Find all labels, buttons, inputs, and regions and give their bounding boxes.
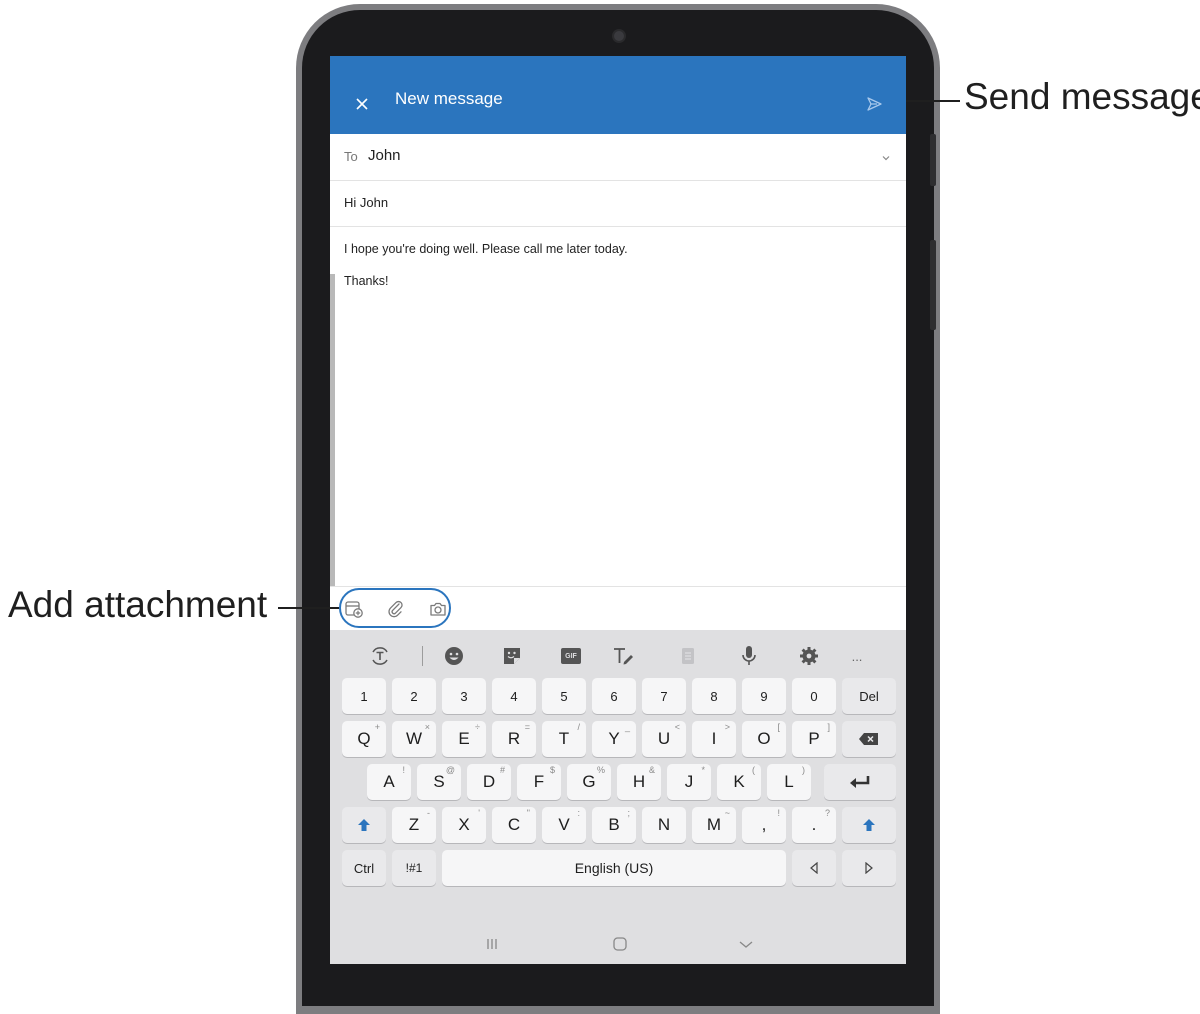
key-3[interactable]: 3 (442, 678, 486, 714)
clipboard-icon[interactable] (676, 644, 700, 668)
key-k[interactable]: K( (717, 764, 761, 800)
attach-callout-label: Add attachment (8, 584, 268, 625)
to-field[interactable]: To John (330, 134, 906, 181)
key-t[interactable]: T / (542, 721, 586, 757)
key-0[interactable]: 0 (792, 678, 836, 714)
attachment-highlight (339, 588, 451, 628)
recent-apps-icon[interactable] (482, 934, 502, 954)
key-q[interactable]: Q + (342, 721, 386, 757)
key-z[interactable]: Z- (392, 807, 436, 843)
key-s[interactable]: S @ (417, 764, 461, 800)
compose-app-bar: New message (330, 56, 906, 134)
subject-field[interactable]: Hi John (330, 181, 906, 227)
key-9[interactable]: 9 (742, 678, 786, 714)
key-c[interactable]: C " (492, 807, 536, 843)
key-l[interactable]: L) (767, 764, 811, 800)
microphone-icon[interactable] (737, 644, 761, 668)
enter-key[interactable] (824, 764, 896, 800)
key-g[interactable]: G% (567, 764, 611, 800)
enter-icon (850, 776, 870, 788)
shift-icon (863, 819, 875, 831)
ctrl-key[interactable]: Ctrl (342, 850, 386, 886)
key-7[interactable]: 7 (642, 678, 686, 714)
key-p[interactable]: P] (792, 721, 836, 757)
key-x[interactable]: X ' (442, 807, 486, 843)
close-icon[interactable] (352, 94, 372, 114)
to-recipient: John (368, 147, 401, 164)
key-i[interactable]: I > (692, 721, 736, 757)
delete-key[interactable]: Del (842, 678, 896, 714)
triangle-left-icon (810, 862, 818, 874)
navigation-bar (330, 922, 906, 964)
key-r[interactable]: R = (492, 721, 536, 757)
key-8[interactable]: 8 (692, 678, 736, 714)
home-icon[interactable] (610, 934, 630, 954)
keyboard: GIF ... 1 2 3 4 5 6 7 8 9 0 Del Q + W × … (330, 630, 906, 922)
key-h[interactable]: H & (617, 764, 661, 800)
settings-icon[interactable] (797, 644, 821, 668)
key-a[interactable]: A! (367, 764, 411, 800)
key-6[interactable]: 6 (592, 678, 636, 714)
key-f[interactable]: F $ (517, 764, 561, 800)
space-key[interactable]: English (US) (442, 850, 786, 886)
chevron-down-icon[interactable] (880, 151, 892, 163)
key-m[interactable]: M ~ (692, 807, 736, 843)
page-title: New message (395, 89, 503, 108)
message-body[interactable]: I hope you're doing well. Please call me… (330, 227, 906, 585)
sticker-icon[interactable] (500, 644, 524, 668)
key-y[interactable]: Y _ (592, 721, 636, 757)
cursor-left-key[interactable] (792, 850, 836, 886)
send-callout-label: Send message (964, 76, 1200, 117)
text-recognition-icon[interactable] (368, 644, 392, 668)
key-5[interactable]: 5 (542, 678, 586, 714)
send-icon[interactable] (863, 93, 885, 115)
key-n[interactable]: N (642, 807, 686, 843)
toolbar-divider (422, 646, 423, 666)
key-comma[interactable]: ,! (742, 807, 786, 843)
triangle-right-icon (865, 862, 873, 874)
backspace-icon (859, 733, 878, 745)
power-button (930, 240, 936, 330)
gif-label: GIF (561, 648, 581, 664)
body-line: I hope you're doing well. Please call me… (344, 242, 628, 256)
more-icon[interactable]: ... (845, 644, 869, 668)
key-u[interactable]: U < (642, 721, 686, 757)
key-4[interactable]: 4 (492, 678, 536, 714)
to-label: To (344, 149, 358, 164)
subject-text: Hi John (344, 195, 389, 210)
shift-right-key[interactable] (842, 807, 896, 843)
emoji-icon[interactable] (442, 644, 466, 668)
key-v[interactable]: V: (542, 807, 586, 843)
key-d[interactable]: D # (467, 764, 511, 800)
key-2[interactable]: 2 (392, 678, 436, 714)
back-icon[interactable] (736, 934, 756, 954)
key-o[interactable]: O[ (742, 721, 786, 757)
shift-left-key[interactable] (342, 807, 386, 843)
send-callout-line (906, 100, 960, 102)
shift-icon (358, 819, 370, 831)
key-j[interactable]: J * (667, 764, 711, 800)
cursor-right-key[interactable] (842, 850, 896, 886)
device-screen: New message To John Hi John I hope you'r… (330, 56, 906, 964)
symbols-key[interactable]: !#1 (392, 850, 436, 886)
handwriting-icon[interactable] (611, 644, 635, 668)
key-b[interactable]: B; (592, 807, 636, 843)
backspace-key[interactable] (842, 721, 896, 757)
key-1[interactable]: 1 (342, 678, 386, 714)
gif-icon[interactable]: GIF (559, 644, 583, 668)
body-line: Thanks! (344, 274, 389, 288)
key-w[interactable]: W × (392, 721, 436, 757)
volume-button (930, 134, 936, 186)
key-period[interactable]: .? (792, 807, 836, 843)
attach-callout-line (278, 607, 339, 609)
key-e[interactable]: E ÷ (442, 721, 486, 757)
front-camera (614, 31, 624, 41)
